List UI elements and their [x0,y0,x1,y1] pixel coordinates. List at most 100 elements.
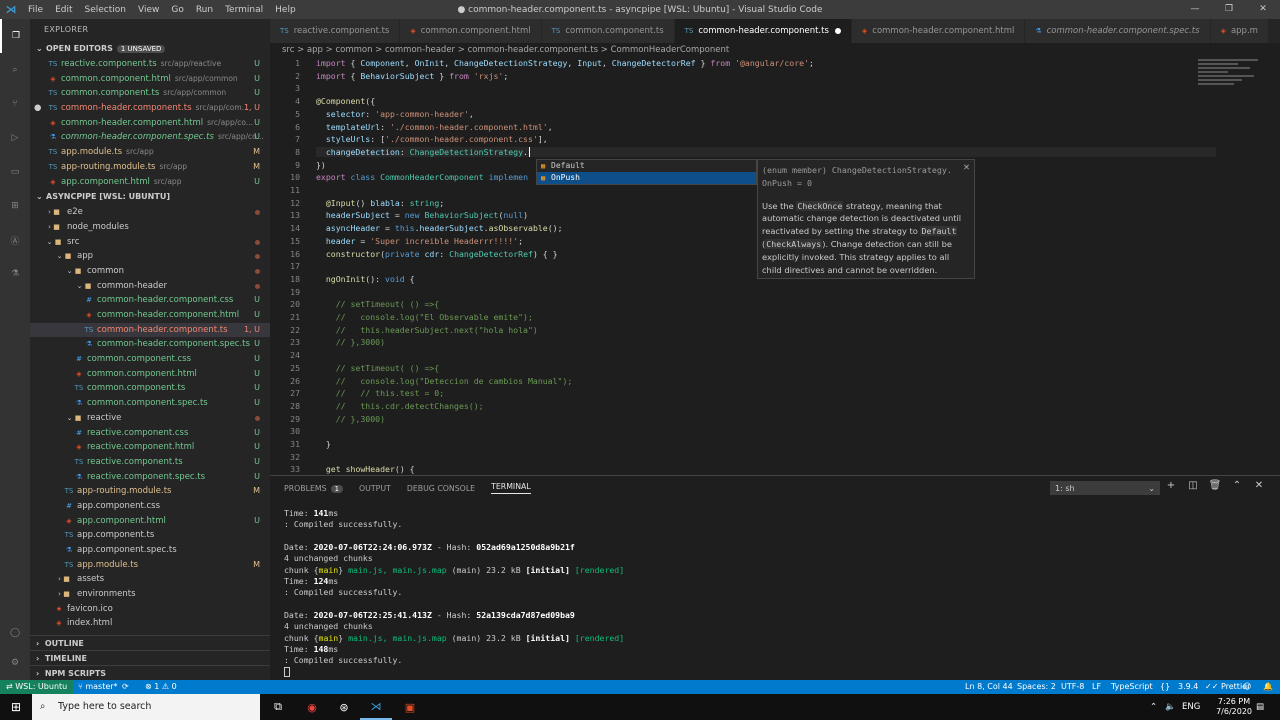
search-icon[interactable]: ⌕ [0,53,30,87]
menu-help[interactable]: Help [275,5,296,15]
code-line[interactable]: } [316,439,331,449]
notification-center-icon[interactable]: ▤ [1256,694,1264,720]
code-line[interactable]: selector: 'app-common-header', [316,109,474,119]
code-line[interactable]: }) [316,160,326,170]
tab-output[interactable]: OUTPUT [359,484,391,493]
open-editor-item[interactable]: ◈ common.component.html src/app/common U [30,72,270,87]
code-line[interactable]: headerSubject = new BehaviorSubject(null… [316,210,528,220]
code-line[interactable]: import { BehaviorSubject } from 'rxjs'; [316,71,508,81]
terminal-output[interactable]: Time: 141ms: Compiled successfully. Date:… [284,508,624,678]
terminal-select[interactable]: 1: sh ⌄ [1050,481,1160,495]
file-item[interactable]: TS app.module.ts M [30,558,270,573]
tab-app-module[interactable]: ◈ app.m [1210,19,1269,43]
folder-item[interactable]: ⌄ ■ app [30,249,270,264]
file-item[interactable]: ◈ index.html [30,616,270,631]
windows-start-icon[interactable]: ⊞ [0,694,32,720]
suggest-item-default[interactable]: ▦ Default [537,160,756,172]
file-item[interactable]: ◈ reactive.component.html U [30,440,270,455]
folder-item[interactable]: › ■ environments [30,587,270,602]
screen-recorder-icon[interactable]: ▣ [394,694,426,720]
folder-item[interactable]: ⌄ ■ reactive [30,411,270,426]
chrome-icon[interactable]: ◉ [296,694,328,720]
language-mode[interactable]: TypeScript [1111,680,1153,694]
file-item[interactable]: # common-header.component.css U [30,293,270,308]
menu-selection[interactable]: Selection [85,5,126,15]
code-line[interactable]: import { Component, OnInit, ChangeDetect… [316,58,814,68]
file-item[interactable]: ⚗ reactive.component.spec.ts U [30,470,270,485]
menu-run[interactable]: Run [196,5,213,15]
menu-go[interactable]: Go [171,5,183,15]
code-line[interactable]: // setTimeout( () =>{ [316,299,440,309]
tab-common-header-component-html[interactable]: ◈ common-header.component.html [851,19,1026,43]
kill-terminal-icon[interactable]: 🗑 [1204,480,1226,491]
code-line[interactable]: @Input() blabla: string; [316,198,444,208]
code-line[interactable]: // },3000) [316,337,385,347]
code-line[interactable]: templateUrl: './common-header.component.… [316,122,553,132]
folder-item[interactable]: ⌄ ■ common-header [30,279,270,294]
remote-indicator[interactable]: ⇄ WSL: Ubuntu [0,680,74,694]
tab-debug-console[interactable]: DEBUG CONSOLE [407,484,475,493]
code-line[interactable]: // // this.test = 0; [316,388,444,398]
file-item[interactable]: # reactive.component.css U [30,426,270,441]
code-line[interactable]: changeDetection: ChangeDetectionStrategy… [316,146,1216,157]
encoding[interactable]: UTF-8 [1061,680,1084,694]
tab-reactive-component-ts[interactable]: TS reactive.component.ts [270,19,401,43]
extensions-icon[interactable]: ⊞ [0,189,30,223]
open-editor-item[interactable]: TS app-routing.module.ts src/app M [30,160,270,175]
file-item[interactable]: # app.component.css [30,499,270,514]
file-item[interactable]: ⚗ common.component.spec.ts U [30,396,270,411]
file-item[interactable]: ★ favicon.ico [30,602,270,617]
code-line[interactable]: get showHeader() { [316,464,415,474]
taskbar-search[interactable]: ⌕ Type here to search [32,694,260,720]
testing-icon[interactable]: ⚗ [0,257,30,291]
tab-common-component-html[interactable]: ◈ common.component.html [400,19,542,43]
problems-indicator[interactable]: ⊗ 1 ⚠ 0 [145,680,177,694]
code-line[interactable]: // console.log("Deteccion de cambios Man… [316,376,573,386]
code-line[interactable]: constructor(private cdr: ChangeDetectorR… [316,249,558,259]
cursor-position[interactable]: Ln 8, Col 44 [965,680,1013,694]
code-line[interactable]: // console.log("El Observable emite"); [316,312,533,322]
code-line[interactable]: // this.headerSubject.next("hola hola") [316,325,538,335]
npm-scripts-section[interactable]: › NPM SCRIPTS [30,665,270,680]
tab-common-component-ts[interactable]: TS common.component.ts [541,19,675,43]
menu-view[interactable]: View [138,5,159,15]
file-item[interactable]: ◈ common-header.component.html U [30,308,270,323]
breadcrumb[interactable]: src > app > common > common-header > com… [270,43,1280,57]
maximize-panel-icon[interactable]: ⌃ [1226,480,1248,491]
code-line[interactable]: // },3000) [316,414,385,424]
remote-explorer-icon[interactable]: ▭ [0,155,30,189]
file-item[interactable]: ◈ app.component.html U [30,514,270,529]
indentation[interactable]: Spaces: 2 [1017,680,1056,694]
tab-problems[interactable]: PROBLEMS 1 [284,484,344,493]
explorer-icon[interactable]: ❐ [0,19,30,53]
account-icon[interactable]: ◯ [0,616,30,650]
file-item[interactable]: ⚗ common-header.component.spec.ts U [30,337,270,352]
folder-item[interactable]: ⌄ ■ common [30,264,270,279]
source-control-icon[interactable]: ⑂ [0,87,30,121]
volume-icon[interactable]: 🔈 [1165,694,1176,720]
open-editor-item[interactable]: TS app.module.ts src/app M [30,145,270,160]
run-debug-icon[interactable]: ▷ [0,121,30,155]
tab-terminal[interactable]: TERMINAL [491,482,531,494]
code-line[interactable]: header = 'Super increible Headerrr!!!!'; [316,236,523,246]
minimize-button[interactable]: — [1178,0,1212,19]
file-item[interactable]: ◈ common.component.html U [30,367,270,382]
feedback-icon[interactable]: ☺ [1243,680,1251,694]
tray-chevron-icon[interactable]: ⌃ [1150,694,1157,720]
split-terminal-icon[interactable]: ◫ [1182,480,1204,491]
close-panel-icon[interactable]: ✕ [1248,480,1270,491]
tab-common-header-component-ts[interactable]: TS common-header.component.ts [674,19,852,43]
new-terminal-icon[interactable]: + [1160,480,1182,491]
folder-item[interactable]: › ■ e2e [30,205,270,220]
settings-gear-icon[interactable]: ⚙ [0,646,30,680]
outline-section[interactable]: › OUTLINE [30,635,270,650]
line-ending[interactable]: LF [1092,680,1101,694]
file-item[interactable]: # common.component.css U [30,352,270,367]
code-line[interactable]: asyncHeader = this.headerSubject.asObser… [316,223,563,233]
clock[interactable]: 7:26 PM 7/6/2020 [1216,697,1252,717]
open-editor-item[interactable]: ● TS common-header.component.ts src/app/co… [30,101,270,116]
open-editor-item[interactable]: ◈ app.component.html src/app U [30,175,270,190]
suggest-item-onpush[interactable]: ▦ OnPush [537,172,756,184]
file-item[interactable]: TS common.component.ts U [30,381,270,396]
folder-item[interactable]: ⌄ ■ src [30,235,270,250]
